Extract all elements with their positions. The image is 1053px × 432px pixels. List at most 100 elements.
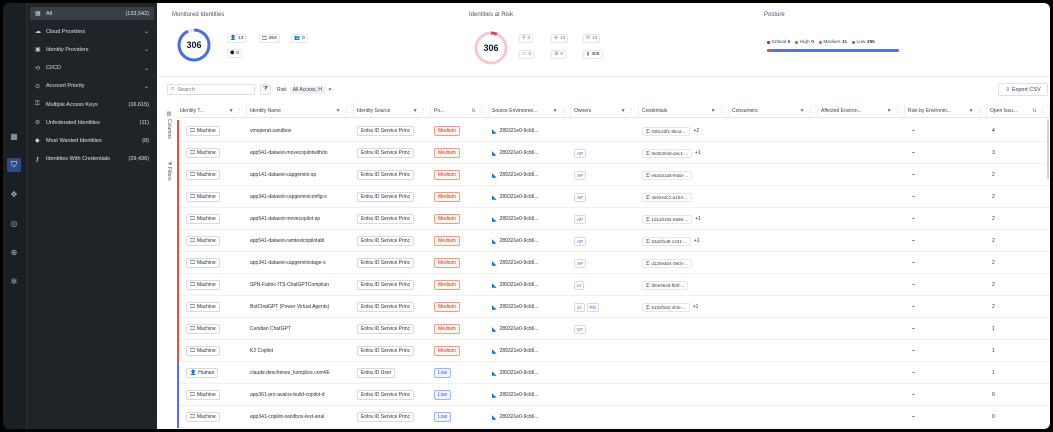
tag-icon[interactable]: ⌁ (912, 348, 915, 354)
cell-identity-name[interactable]: app541-dataext-movecopilotwithdo (247, 142, 354, 164)
credential-chip[interactable]: ⚿ e52d41a5-94ab-... (642, 170, 693, 180)
table-row[interactable]: 🖵 Machine app361-pro-avalos-build-copilot-… (177, 384, 1050, 406)
sidebar-item[interactable]: ⚷ Identities With Credentials (29,436) (30, 153, 154, 166)
owner-avatar[interactable]: PD (586, 302, 599, 312)
column-menu-icon[interactable]: ▼ ⋮ (229, 108, 243, 114)
cell-identity-name[interactable]: BotChatGPT (Power Virtual Agents) (247, 296, 354, 318)
table-row[interactable]: 🖵 Machine app541-dataext-ramtestcopilotabl… (177, 230, 1050, 252)
column-header[interactable]: Identity T... ▼ ⋮ (177, 103, 247, 118)
dashboard-icon[interactable]: ▦ (7, 129, 21, 143)
table-row[interactable]: 🖵 Machine app341-copilot-sandbox-text-anal… (177, 406, 1050, 428)
credential-more[interactable]: +1 (693, 304, 699, 310)
search-input[interactable] (177, 86, 248, 93)
owner-avatar[interactable]: AP (574, 258, 587, 268)
column-menu-icon[interactable]: ▼ ⋮ (621, 108, 635, 114)
sidebar-item[interactable]: ⊘ Unfederated Identities (11) (30, 116, 154, 129)
chevron-down-icon[interactable]: ⌄ (144, 83, 149, 90)
column-menu-icon[interactable]: ▼ ⋮ (969, 108, 983, 114)
credential-chip[interactable]: ⚿ d125eab4-39c5-... (642, 258, 692, 268)
scrollbar[interactable] (1047, 119, 1049, 179)
table-row[interactable]: 🖵 Machine app541-dataext-movecopilotwithdo… (177, 142, 1050, 164)
column-header[interactable]: Credentials ▼ ⋮ (639, 103, 729, 118)
credential-chip[interactable]: ⚿ 03bc2df1-8bca-... (642, 126, 691, 136)
column-header[interactable]: Consumers ▼ ⋮ (729, 103, 818, 118)
globe-icon[interactable]: ⊕ (7, 245, 21, 259)
risk-filter-chip[interactable]: Risk All Access, H ✕ (277, 84, 332, 95)
cell-identity-name[interactable]: app141-dataext-capgemini-sp (247, 164, 354, 186)
column-header[interactable]: Po... ⇅ ⋮ (431, 103, 489, 118)
owner-avatar[interactable]: AP (574, 148, 587, 158)
tag-icon[interactable]: ⌁ (912, 216, 915, 222)
column-header[interactable]: Owners ▼ ⋮ (571, 103, 639, 118)
credential-more[interactable]: +2 (693, 128, 699, 134)
credential-chip[interactable]: ⚿ 63a0f1d9-1431-... (642, 236, 691, 246)
tag-icon[interactable]: ⌁ (912, 150, 915, 156)
filter-toggle-icon[interactable]: ⧩ (260, 84, 271, 95)
verify-icon[interactable]: ◎ (7, 216, 21, 230)
column-header[interactable]: Risk by Environm... ▼ ⋮ (905, 103, 987, 118)
credential-more[interactable]: +1 (694, 238, 700, 244)
table-row[interactable]: 🖵 Machine app541-dataext-movecopilot-sp Ent… (177, 208, 1050, 230)
cell-identity-name[interactable]: app541-dataext-movecopilot-sp (247, 208, 354, 230)
close-icon[interactable]: ✕ (328, 87, 332, 93)
sidebar-item[interactable]: ⟲ CI/CD ⌄ (30, 62, 154, 75)
table-row[interactable]: 👤 Human claude.deschenes_komplice.com#E Ent… (177, 362, 1050, 384)
credential-chip[interactable]: ⚿ 6193f162-4f4e-... (642, 302, 690, 312)
tag-icon[interactable]: ⌁ (912, 128, 915, 134)
tag-icon[interactable]: ⌁ (912, 326, 915, 332)
settings-icon[interactable]: ✲ (7, 274, 21, 288)
credential-more[interactable]: +1 (695, 150, 701, 156)
sidebar-item[interactable]: ◆ Most Wanted Identities (8) (30, 134, 154, 147)
table-row[interactable]: 🖵 Machine Ceridian ChatGPT Entra ID Service… (177, 318, 1050, 340)
column-header[interactable]: Identity Name ▼ ⋮ (247, 103, 354, 118)
chevron-down-icon[interactable]: ⌄ (144, 46, 149, 53)
sidebar-item[interactable]: ▦ All (133,542) (30, 7, 154, 20)
owner-avatar[interactable]: AP (574, 170, 587, 180)
column-header[interactable]: Identity Source ▼ ⋮ (354, 103, 431, 118)
column-menu-icon[interactable]: ▼ ⋮ (711, 108, 725, 114)
tag-icon[interactable]: ⌁ (912, 282, 915, 288)
hub-icon[interactable]: ✥ (7, 187, 21, 201)
column-menu-icon[interactable]: ▼ ⋮ (553, 108, 567, 114)
cell-identity-name[interactable]: K2 Copilot (247, 340, 354, 362)
owner-avatar[interactable]: AP (574, 236, 587, 246)
tag-icon[interactable]: ⌁ (912, 370, 915, 376)
tag-icon[interactable]: ⌁ (912, 260, 915, 266)
tab-columns[interactable]: ▥ Columns (166, 111, 172, 139)
owner-avatar[interactable]: JJ (574, 302, 585, 312)
identity-shield-icon[interactable]: ⛉ (7, 158, 21, 172)
table-row[interactable]: 🖵 Machine BotChatGPT (Power Virtual Agents… (177, 296, 1050, 318)
cell-identity-name[interactable]: app341-dataext-capgeministage-s (247, 252, 354, 274)
sidebar-item[interactable]: ▣ Identity Providers ⌄ (30, 43, 154, 56)
tag-icon[interactable]: ⌁ (912, 414, 915, 420)
credential-more[interactable]: +1 (695, 216, 701, 222)
export-csv-button[interactable]: ⇩ Export CSV (998, 83, 1048, 96)
cell-identity-name[interactable]: vmoperat-sandbox (247, 120, 354, 142)
owner-avatar[interactable]: AP (574, 192, 587, 202)
column-menu-icon[interactable]: ▼ ⋮ (800, 108, 814, 114)
column-header[interactable]: Source Environme... ▼ ⋮ (489, 103, 571, 118)
chevron-down-icon[interactable]: ⌄ (144, 65, 149, 72)
column-menu-icon[interactable]: ▼ ⋮ (887, 108, 901, 114)
search-box[interactable]: ⌕ (167, 84, 255, 95)
table-row[interactable]: 🖵 Machine app341-dataext-capgeministage-s E… (177, 252, 1050, 274)
cell-identity-name[interactable]: app361-pro-avalos-build-copilot-d (247, 384, 354, 406)
cell-identity-name[interactable]: app341-dataext-capgeminiconfig-s (247, 186, 354, 208)
owner-avatar[interactable]: AP (574, 214, 587, 224)
column-menu-icon[interactable]: ▼ ⋮ (336, 108, 350, 114)
owner-avatar[interactable]: CF (574, 324, 586, 334)
sidebar-item[interactable]: ⚿ Multiple Access Keys (16,615) (30, 98, 154, 111)
credential-chip[interactable]: ⚿ 4e02edc1-a104-... (642, 192, 692, 202)
table-row[interactable]: 🖵 Machine SPN-Fabric-ITS-ChatGPTComplian En… (177, 274, 1050, 296)
tag-icon[interactable]: ⌁ (912, 392, 915, 398)
chevron-down-icon[interactable]: ⌄ (144, 28, 149, 35)
table-row[interactable]: 🖵 Machine K2 Copilot Entra ID Service Princ… (177, 340, 1050, 362)
credential-chip[interactable]: ⚿ 1d1d3192-5665-... (642, 214, 693, 224)
column-menu-icon[interactable]: ⇅ ⋮ (1032, 108, 1046, 114)
cell-identity-name[interactable]: app541-dataext-ramtestcopilotabl (247, 230, 354, 252)
cell-identity-name[interactable]: app341-copilot-sandbox-text-anal (247, 406, 354, 428)
column-header[interactable]: Affected Environ... ▼ ⋮ (818, 103, 905, 118)
tag-icon[interactable]: ⌁ (912, 304, 915, 310)
table-row[interactable]: 🖵 Machine vmoperat-sandbox Entra ID Service… (177, 120, 1050, 142)
table-row[interactable]: 🖵 Machine app341-dataext-capgeminiconfig-s… (177, 186, 1050, 208)
